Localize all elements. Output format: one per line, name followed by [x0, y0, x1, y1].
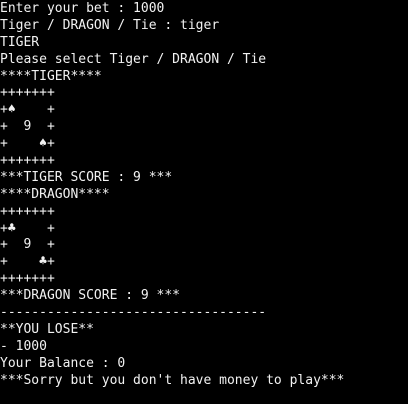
choice-echo-line: TIGER [0, 34, 40, 50]
select-prompt-line: Please select Tiger / DRAGON / Tie [0, 51, 267, 67]
result-line: **YOU LOSE** [0, 321, 94, 337]
bet-prompt-line: Enter your bet : 1000 [0, 1, 165, 16]
console-output: Enter your bet : 1000 Tiger / DRAGON / T… [0, 0, 408, 404]
dragon-card-bottom-suit: + ♣+ [0, 254, 55, 270]
dragon-score-line: ***DRAGON SCORE : 9 *** [0, 288, 181, 304]
dragon-header-line: ****DRAGON**** [0, 186, 110, 202]
dragon-card-top-suit: +♣ + [0, 220, 55, 236]
tiger-card-top-border: +++++++ [0, 85, 55, 101]
no-money-message-line: ***Sorry but you don't have money to pla… [0, 372, 345, 388]
dragon-card-bottom-border: +++++++ [0, 271, 55, 287]
separator-line: ---------------------------------- [0, 305, 267, 321]
tiger-header-line: ****TIGER**** [0, 68, 102, 84]
tiger-card-value: + 9 + [0, 119, 55, 135]
tiger-card-top-suit: +♠ + [0, 102, 55, 118]
bet-change-line: - 1000 [0, 338, 47, 354]
tiger-score-line: ***TIGER SCORE : 9 *** [0, 169, 173, 185]
dragon-card-top-border: +++++++ [0, 203, 55, 219]
tiger-card-bottom-border: +++++++ [0, 153, 55, 169]
choice-prompt-line: Tiger / DRAGON / Tie : tiger [0, 17, 220, 33]
tiger-card-bottom-suit: + ♠+ [0, 136, 55, 152]
balance-line: Your Balance : 0 [0, 355, 126, 371]
dragon-card-value: + 9 + [0, 237, 55, 253]
